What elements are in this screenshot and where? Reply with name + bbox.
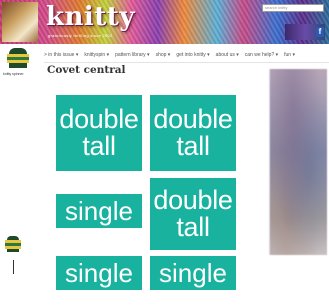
tile-label-line2: tall <box>82 131 116 161</box>
nav-item-in-this-issue[interactable]: > in this issue ▾ <box>44 50 78 60</box>
header-photo <box>2 2 38 42</box>
nav-item-get-into-knitty[interactable]: get into knitty ▾ <box>176 50 209 60</box>
tile-label-line2: tall <box>176 212 210 242</box>
spinner-logo-small-icon[interactable] <box>5 236 21 252</box>
nav-item-fun[interactable]: fun ▾ <box>284 50 295 60</box>
spinner-logo-icon[interactable] <box>6 48 30 70</box>
tile-single[interactable]: single <box>56 256 142 290</box>
header-banner: knitty gratuitously thrilling since 2002… <box>0 0 329 44</box>
tile-single[interactable]: single <box>56 194 142 228</box>
nav-item-shop[interactable]: shop ▾ <box>156 50 171 60</box>
site-tagline: gratuitously thrilling since 2002 <box>48 33 113 38</box>
nav-item-can-we-help[interactable]: can we help? ▾ <box>245 50 278 60</box>
sidebar-ad-image[interactable] <box>269 69 327 255</box>
nav-item-pattern-library[interactable]: pattern library ▾ <box>115 50 149 60</box>
tile-label-line1: double <box>153 104 233 134</box>
text-cursor <box>13 260 14 274</box>
tile-label: single <box>159 258 227 288</box>
search-input[interactable]: search knitty <box>262 4 324 12</box>
tile-double-tall[interactable]: double tall <box>56 95 142 171</box>
page-title: Covet central <box>47 64 126 76</box>
tile-double-tall[interactable]: double tall <box>150 178 236 250</box>
nav-item-about-us[interactable]: about us ▾ <box>216 50 239 60</box>
tile-double-tall[interactable]: double tall <box>150 95 236 171</box>
main-nav: > in this issue ▾ knittyspin ▾ pattern l… <box>44 50 295 60</box>
tile-single[interactable]: single <box>150 256 236 290</box>
nav-divider <box>44 62 329 63</box>
tile-label-line1: double <box>153 185 233 215</box>
tile-label: single <box>65 258 133 288</box>
tile-label: single <box>65 196 133 226</box>
tile-label-line2: tall <box>176 131 210 161</box>
nav-item-knittyspin[interactable]: knittyspin ▾ <box>84 50 109 60</box>
sidebar-caption: knitty spinner <box>3 72 24 76</box>
tile-label-line1: double <box>59 104 139 134</box>
site-logo[interactable]: knitty <box>46 2 135 32</box>
facebook-icon[interactable]: f <box>316 27 324 37</box>
